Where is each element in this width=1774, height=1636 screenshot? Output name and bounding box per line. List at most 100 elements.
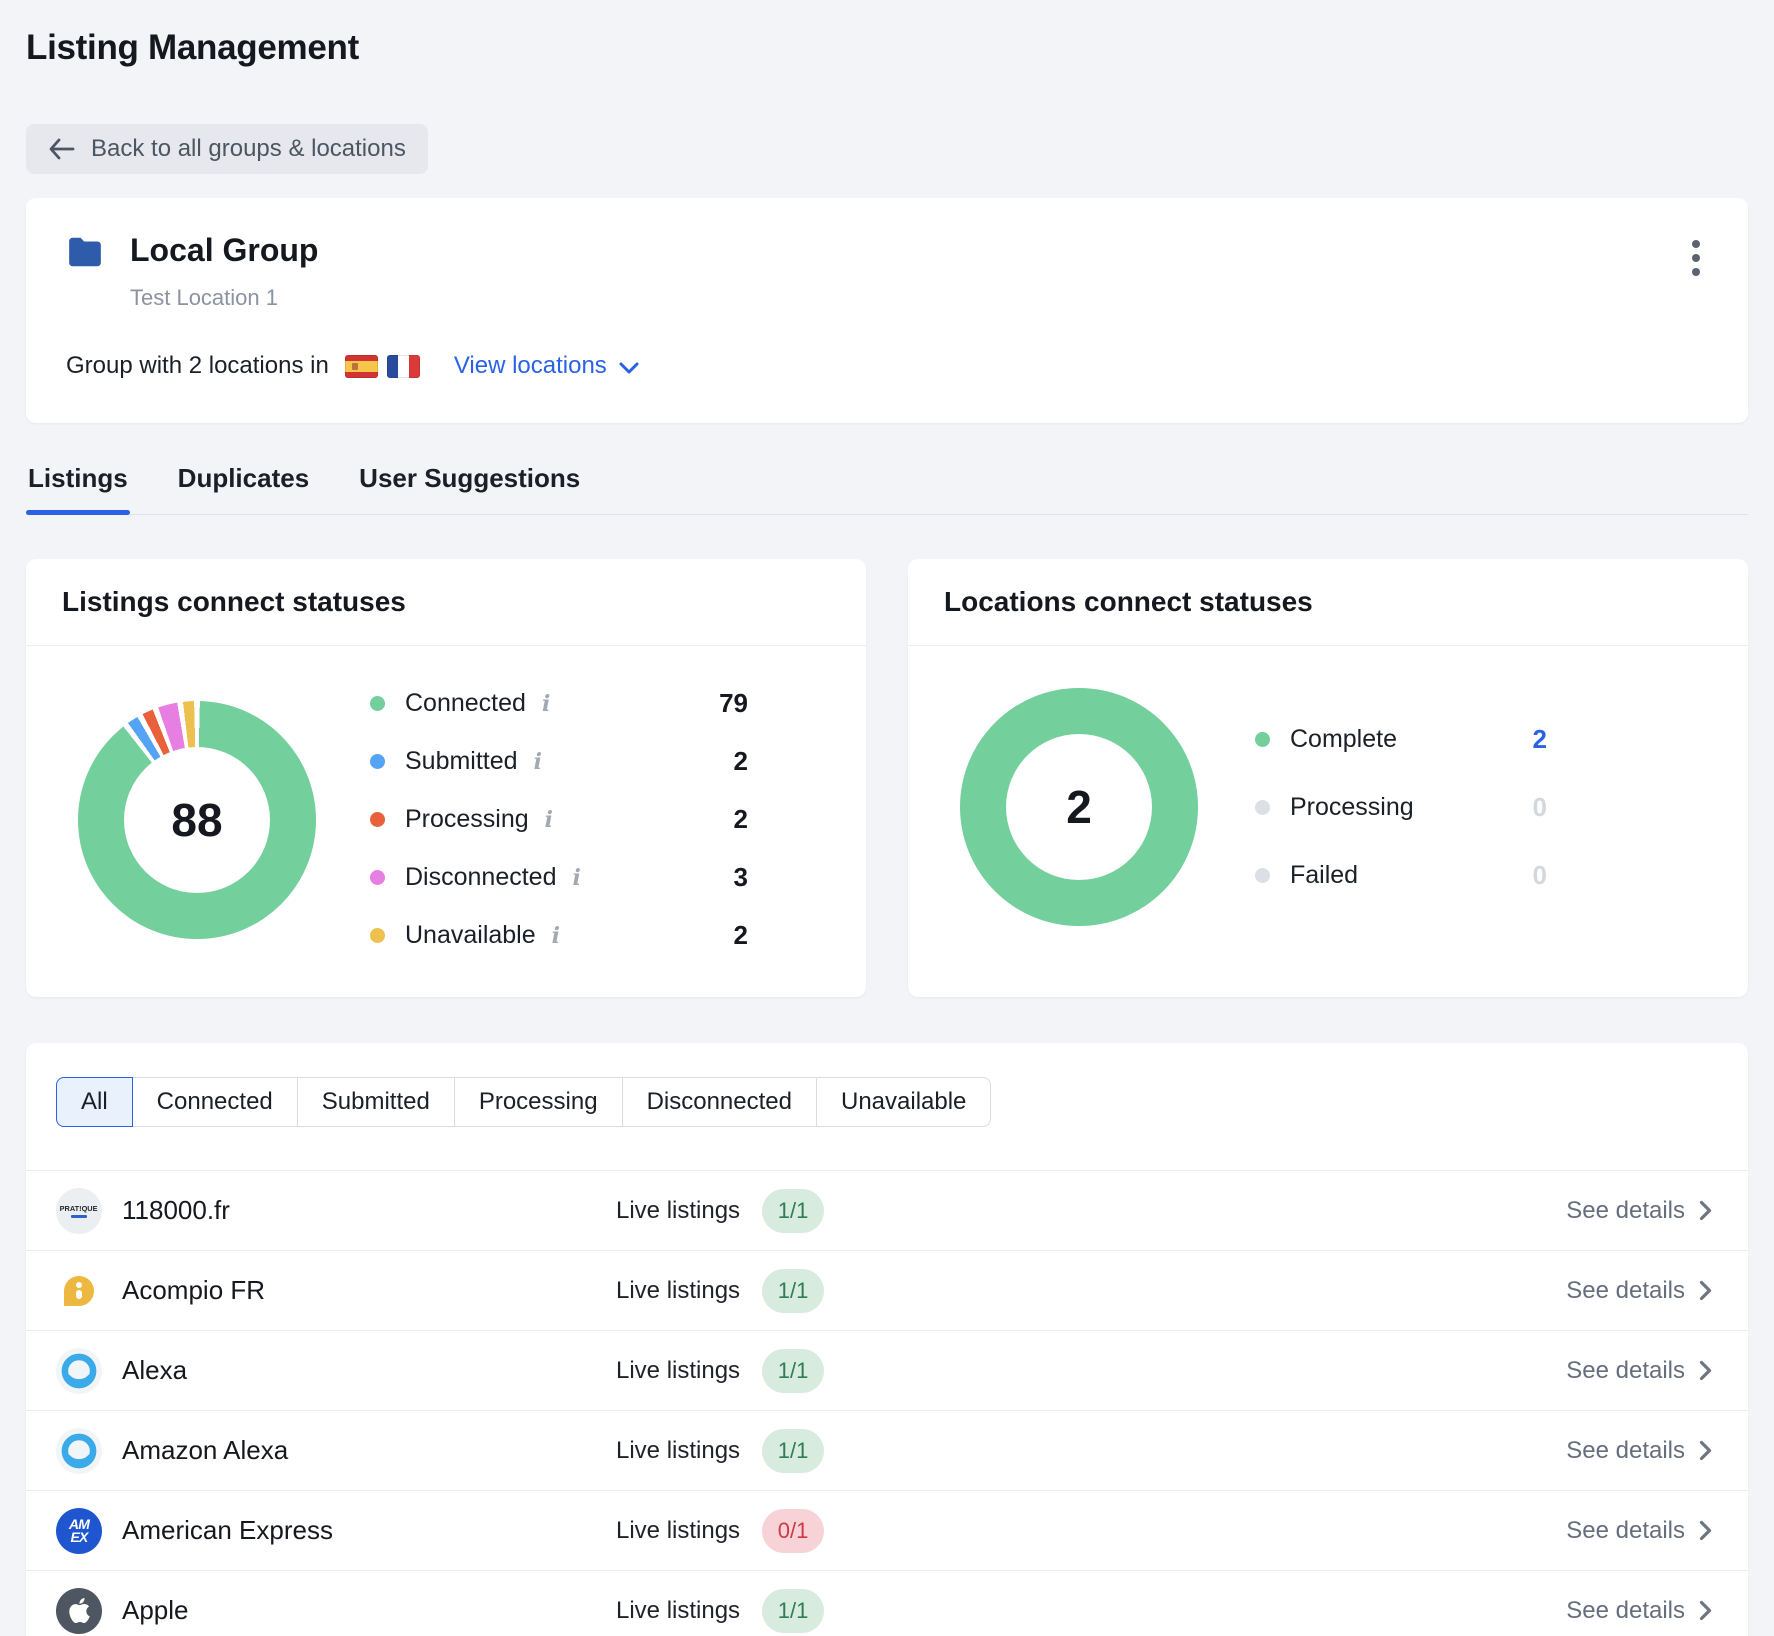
see-details-link[interactable]: See details (1560, 1196, 1718, 1226)
listing-row-alexa[interactable]: Alexa Live listings 1/1 See details (26, 1330, 1748, 1410)
legend-submitted: Submitted i 2 (370, 746, 748, 777)
see-details-link[interactable]: See details (1560, 1356, 1718, 1386)
legend-disconnected: Disconnected i 3 (370, 862, 748, 893)
listing-name: Acompio FR (122, 1275, 265, 1306)
listing-name: Alexa (122, 1355, 187, 1386)
chevron-right-icon (1699, 1200, 1712, 1221)
chevron-down-icon (619, 362, 639, 375)
live-listings-label: Live listings (616, 1517, 740, 1545)
filter-chip-disconnected[interactable]: Disconnected (622, 1077, 817, 1127)
group-locations-text: Group with 2 locations in (66, 352, 329, 380)
legend-processing: Processing i 2 (370, 804, 748, 835)
page-title: Listing Management (26, 28, 1748, 68)
filter-chip-unavailable[interactable]: Unavailable (816, 1077, 991, 1127)
listing-row-acompio-fr[interactable]: Acompio FR Live listings 1/1 See details (26, 1250, 1748, 1330)
legend-dot-icon (1255, 800, 1270, 815)
legend-failed: Failed 0 (1255, 860, 1547, 891)
see-details-label: See details (1566, 1437, 1685, 1465)
legend-connected: Connected i 79 (370, 688, 748, 719)
legend-processing: Processing 0 (1255, 792, 1547, 823)
tab-listings[interactable]: Listings (26, 451, 130, 514)
listing-logo-icon (56, 1348, 102, 1394)
legend-value: 2 (734, 804, 748, 835)
locations-connect-statuses-card: Locations connect statuses 2 Complete 2 … (908, 559, 1748, 997)
see-details-link[interactable]: See details (1560, 1596, 1718, 1626)
legend-unavailable: Unavailable i 2 (370, 920, 748, 951)
locations-legend: Complete 2 Processing 0 Failed 0 (1255, 724, 1547, 891)
see-details-label: See details (1566, 1517, 1685, 1545)
tab-duplicates[interactable]: Duplicates (176, 451, 312, 514)
map-pin-icon (64, 1276, 94, 1306)
live-listings-badge: 1/1 (762, 1189, 824, 1233)
legend-label: Complete (1290, 725, 1397, 754)
listing-logo-icon: PRAT!QUE (56, 1188, 102, 1234)
status-filter-group: AllConnectedSubmittedProcessingDisconnec… (56, 1077, 991, 1127)
listing-row-amazon-alexa[interactable]: Amazon Alexa Live listings 1/1 See detai… (26, 1410, 1748, 1490)
listing-row-118000-fr[interactable]: PRAT!QUE 118000.fr Live listings 1/1 See… (26, 1170, 1748, 1250)
legend-label: Processing (1290, 793, 1414, 822)
info-icon[interactable]: i (545, 807, 553, 833)
filter-chip-processing[interactable]: Processing (454, 1077, 623, 1127)
folder-icon (66, 236, 106, 273)
legend-label: Failed (1290, 861, 1358, 890)
info-icon[interactable]: i (572, 865, 580, 891)
spain-flag-icon (345, 355, 378, 378)
legend-dot-icon (370, 928, 385, 943)
legend-value[interactable]: 2 (1533, 724, 1547, 755)
see-details-link[interactable]: See details (1560, 1436, 1718, 1466)
live-listings-badge: 1/1 (762, 1429, 824, 1473)
see-details-link[interactable]: See details (1560, 1276, 1718, 1306)
pratique-logo-text: PRAT!QUE (60, 1204, 98, 1212)
legend-dot-icon (1255, 868, 1270, 883)
legend-dot-icon (370, 754, 385, 769)
live-listings-label: Live listings (616, 1437, 740, 1465)
back-button[interactable]: Back to all groups & locations (26, 124, 428, 174)
legend-dot-icon (370, 870, 385, 885)
view-locations-link[interactable]: View locations (448, 351, 645, 381)
legend-value: 2 (734, 746, 748, 777)
more-options-button[interactable] (1684, 232, 1708, 284)
legend-dot-icon (370, 812, 385, 827)
info-icon[interactable]: i (542, 691, 550, 717)
pratique-logo-bar (71, 1215, 87, 1218)
stats-row: Listings connect statuses 88 Connected i… (26, 559, 1748, 997)
view-locations-label: View locations (454, 352, 607, 380)
info-icon[interactable]: i (534, 749, 542, 775)
legend-dot-icon (1255, 732, 1270, 747)
listing-logo-icon: AM EX (56, 1508, 102, 1554)
legend-value: 2 (734, 920, 748, 951)
listing-row-american-express[interactable]: AM EX American Express Live listings 0/1… (26, 1490, 1748, 1570)
see-details-link[interactable]: See details (1560, 1516, 1718, 1546)
chevron-right-icon (1699, 1360, 1712, 1381)
listing-name: Apple (122, 1595, 189, 1626)
live-listings-badge: 1/1 (762, 1589, 824, 1633)
card-title: Listings connect statuses (26, 559, 866, 646)
listings-legend: Connected i 79 Submitted i 2 Processing … (370, 688, 748, 951)
page: Listing Management Back to all groups & … (0, 0, 1774, 1636)
chevron-right-icon (1699, 1520, 1712, 1541)
listing-row-apple[interactable]: Apple Live listings 1/1 See details (26, 1570, 1748, 1636)
chevron-right-icon (1699, 1280, 1712, 1301)
filter-chip-all[interactable]: All (56, 1077, 133, 1127)
listings-list-card: AllConnectedSubmittedProcessingDisconnec… (26, 1043, 1748, 1636)
alexa-ring-icon (61, 1433, 97, 1469)
live-listings-label: Live listings (616, 1597, 740, 1625)
back-arrow-icon (48, 138, 75, 160)
tab-user-suggestions[interactable]: User Suggestions (357, 451, 582, 514)
alexa-ring-icon (61, 1353, 97, 1389)
filter-chip-connected[interactable]: Connected (132, 1077, 298, 1127)
live-listings-badge: 1/1 (762, 1269, 824, 1313)
chevron-right-icon (1699, 1440, 1712, 1461)
back-button-label: Back to all groups & locations (91, 135, 406, 163)
apple-logo-icon (67, 1598, 92, 1623)
listing-name: 118000.fr (122, 1195, 230, 1226)
info-icon[interactable]: i (552, 923, 560, 949)
listings-connect-statuses-card: Listings connect statuses 88 Connected i… (26, 559, 866, 997)
group-card: Local Group Test Location 1 Group with 2… (26, 198, 1748, 423)
filter-chip-submitted[interactable]: Submitted (297, 1077, 455, 1127)
see-details-label: See details (1566, 1277, 1685, 1305)
listings-donut-chart: 88 (78, 701, 316, 939)
listing-name: Amazon Alexa (122, 1435, 288, 1466)
see-details-label: See details (1566, 1197, 1685, 1225)
legend-value: 79 (719, 688, 748, 719)
